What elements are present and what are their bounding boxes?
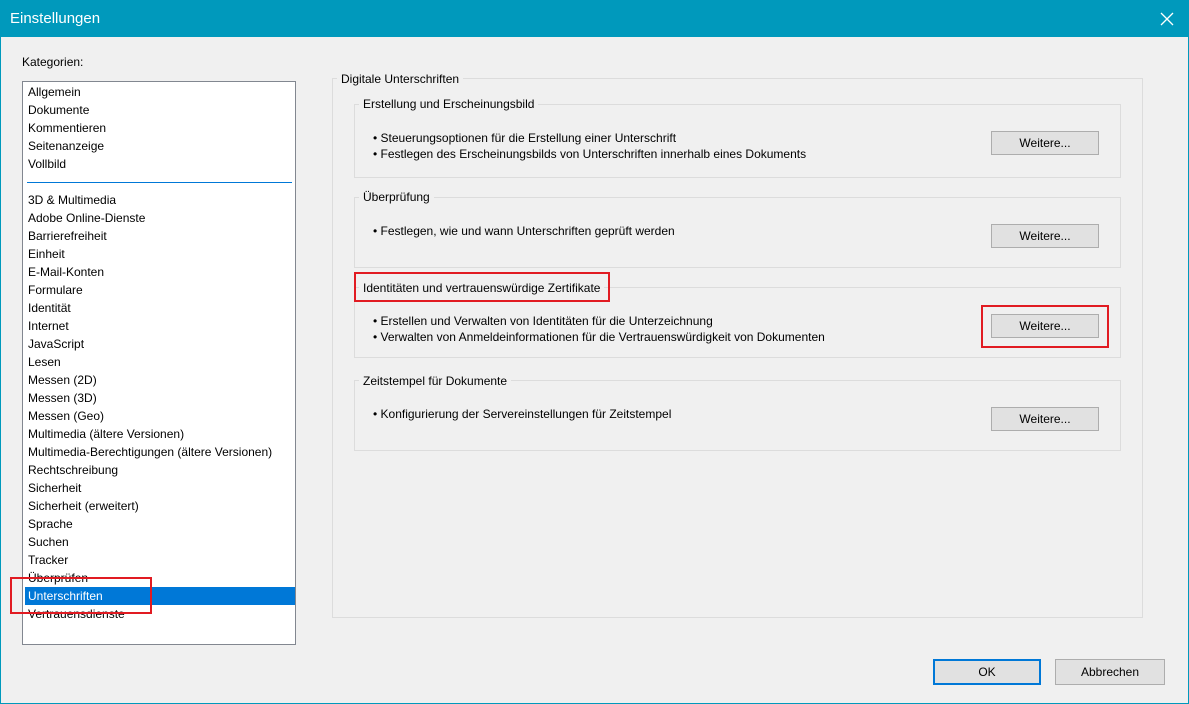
bullet-text: • Konfigurierung der Servereinstellungen… [373, 407, 672, 421]
category-item[interactable]: E-Mail-Konten [25, 263, 295, 281]
category-item[interactable]: Internet [25, 317, 295, 335]
bullet-text: • Festlegen, wie und wann Unterschriften… [373, 224, 675, 238]
category-item[interactable]: Sicherheit [25, 479, 295, 497]
category-item[interactable]: Überprüfen [25, 569, 295, 587]
section-title-timestamp: Zeitstempel für Dokumente [359, 374, 512, 388]
ok-button[interactable]: OK [933, 659, 1041, 685]
window-border-left [0, 37, 1, 704]
section-title-identities: Identitäten und vertrauenswürdige Zertif… [359, 281, 605, 295]
verification-more-button[interactable]: Weitere... [991, 224, 1099, 248]
category-item[interactable]: Seitenanzeige [25, 137, 295, 155]
category-item[interactable]: Identität [25, 299, 295, 317]
category-item[interactable]: Vertrauensdienste [25, 605, 295, 623]
identities-more-button[interactable]: Weitere... [991, 314, 1099, 338]
categories-label: Kategorien: [22, 55, 84, 69]
category-item[interactable]: JavaScript [25, 335, 295, 353]
section-creation-appearance: • Steuerungsoptionen für die Erstellung … [354, 104, 1121, 178]
section-timestamp: • Konfigurierung der Servereinstellungen… [354, 380, 1121, 451]
category-item[interactable]: Suchen [25, 533, 295, 551]
category-item[interactable]: 3D & Multimedia [25, 191, 295, 209]
bullet-text: • Erstellen und Verwalten von Identitäte… [373, 314, 713, 328]
digital-signatures-title: Digitale Unterschriften [337, 72, 464, 86]
close-icon [1160, 12, 1174, 25]
bullet-text: • Steuerungsoptionen für die Erstellung … [373, 131, 677, 145]
bullet-text: • Festlegen des Erscheinungsbilds von Un… [373, 147, 807, 161]
window-title: Einstellungen [10, 10, 101, 27]
cancel-button[interactable]: Abbrechen [1055, 659, 1165, 685]
category-item[interactable]: Kommentieren [25, 119, 295, 137]
title-bar: Einstellungen [0, 0, 1189, 37]
creation-more-button[interactable]: Weitere... [991, 131, 1099, 155]
category-item[interactable]: Sicherheit (erweitert) [25, 497, 295, 515]
category-item[interactable]: Einheit [25, 245, 295, 263]
category-item[interactable]: Dokumente [25, 101, 295, 119]
category-item[interactable]: Tracker [25, 551, 295, 569]
categories-list[interactable]: Allgemein Dokumente Kommentieren Seitenanze… [22, 81, 296, 645]
categories-separator [27, 182, 292, 183]
category-item[interactable]: Lesen [25, 353, 295, 371]
category-item[interactable]: Adobe Online-Dienste [25, 209, 295, 227]
section-title-verification: Überprüfung [359, 190, 434, 204]
category-item[interactable]: Multimedia-Berechtigungen (ältere Versio… [25, 443, 295, 461]
category-item[interactable]: Sprache [25, 515, 295, 533]
close-button[interactable] [1145, 0, 1189, 37]
section-title-creation: Erstellung und Erscheinungsbild [359, 97, 539, 111]
category-item[interactable]: Allgemein [25, 83, 295, 101]
category-item[interactable]: Messen (2D) [25, 371, 295, 389]
timestamp-more-button[interactable]: Weitere... [991, 407, 1099, 431]
category-item[interactable]: Messen (3D) [25, 389, 295, 407]
category-item[interactable]: Multimedia (ältere Versionen) [25, 425, 295, 443]
section-identities-certificates: • Erstellen und Verwalten von Identitäte… [354, 287, 1121, 358]
category-item[interactable]: Vollbild [25, 155, 295, 173]
category-item[interactable]: Messen (Geo) [25, 407, 295, 425]
category-item[interactable]: Unterschriften [25, 587, 295, 605]
category-item[interactable]: Formulare [25, 281, 295, 299]
section-verification: • Festlegen, wie und wann Unterschriften… [354, 197, 1121, 268]
category-item[interactable]: Barrierefreiheit [25, 227, 295, 245]
category-item[interactable]: Rechtschreibung [25, 461, 295, 479]
bullet-text: • Verwalten von Anmeldeinformationen für… [373, 330, 825, 344]
